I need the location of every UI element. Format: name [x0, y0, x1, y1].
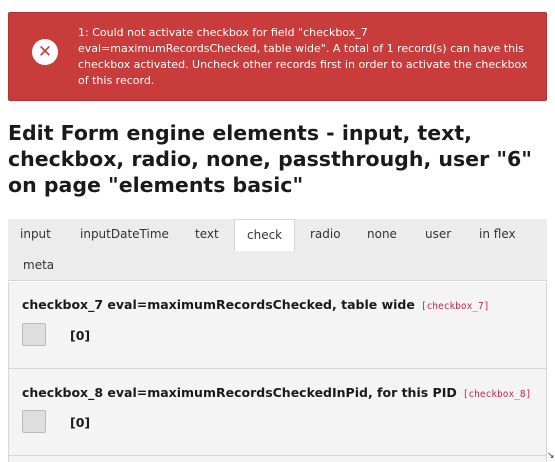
page-title: Edit Form engine elements - input, text,…: [8, 121, 532, 197]
tab-panel-check: checkbox_7 eval=maximumRecordsChecked, t…: [8, 282, 547, 462]
tab-input[interactable]: input: [8, 219, 63, 250]
field-title: checkbox_8 eval=maximumRecordsCheckedInP…: [22, 385, 457, 400]
tab-none[interactable]: none: [355, 219, 409, 250]
field-divider: [9, 455, 546, 456]
close-circle-icon: ✕: [32, 39, 58, 65]
page: ✕ 1: Could not activate checkbox for fie…: [0, 0, 555, 462]
field-code: [checkbox_7]: [420, 301, 490, 312]
field-divider: [9, 368, 546, 369]
tab-text[interactable]: text: [183, 219, 231, 250]
checkbox-8[interactable]: [22, 410, 46, 433]
field-label-checkbox-7: checkbox_7 eval=maximumRecordsChecked, t…: [22, 297, 489, 312]
tab-in-flex[interactable]: in flex: [467, 219, 528, 250]
tab-check[interactable]: check: [234, 219, 296, 251]
field-label-checkbox-8: checkbox_8 eval=maximumRecordsCheckedInP…: [22, 385, 531, 400]
checkbox-8-value: [0]: [70, 415, 91, 430]
tab-radio[interactable]: radio: [298, 219, 353, 250]
checkbox-7-value: [0]: [70, 328, 91, 343]
alert-message: 1: Could not activate checkbox for field…: [78, 26, 528, 87]
checkbox-7[interactable]: [22, 323, 46, 346]
error-alert: ✕ 1: Could not activate checkbox for fie…: [8, 12, 547, 101]
tab-user[interactable]: user: [413, 219, 463, 250]
tab-bar: input inputDateTime text check radio non…: [8, 219, 547, 281]
tab-meta[interactable]: meta: [11, 250, 66, 281]
field-code: [checkbox_8]: [462, 389, 532, 400]
field-title: checkbox_7 eval=maximumRecordsChecked, t…: [22, 297, 415, 312]
tab-inputdatetime[interactable]: inputDateTime: [68, 219, 181, 250]
cursor-icon: ↘: [547, 451, 555, 461]
